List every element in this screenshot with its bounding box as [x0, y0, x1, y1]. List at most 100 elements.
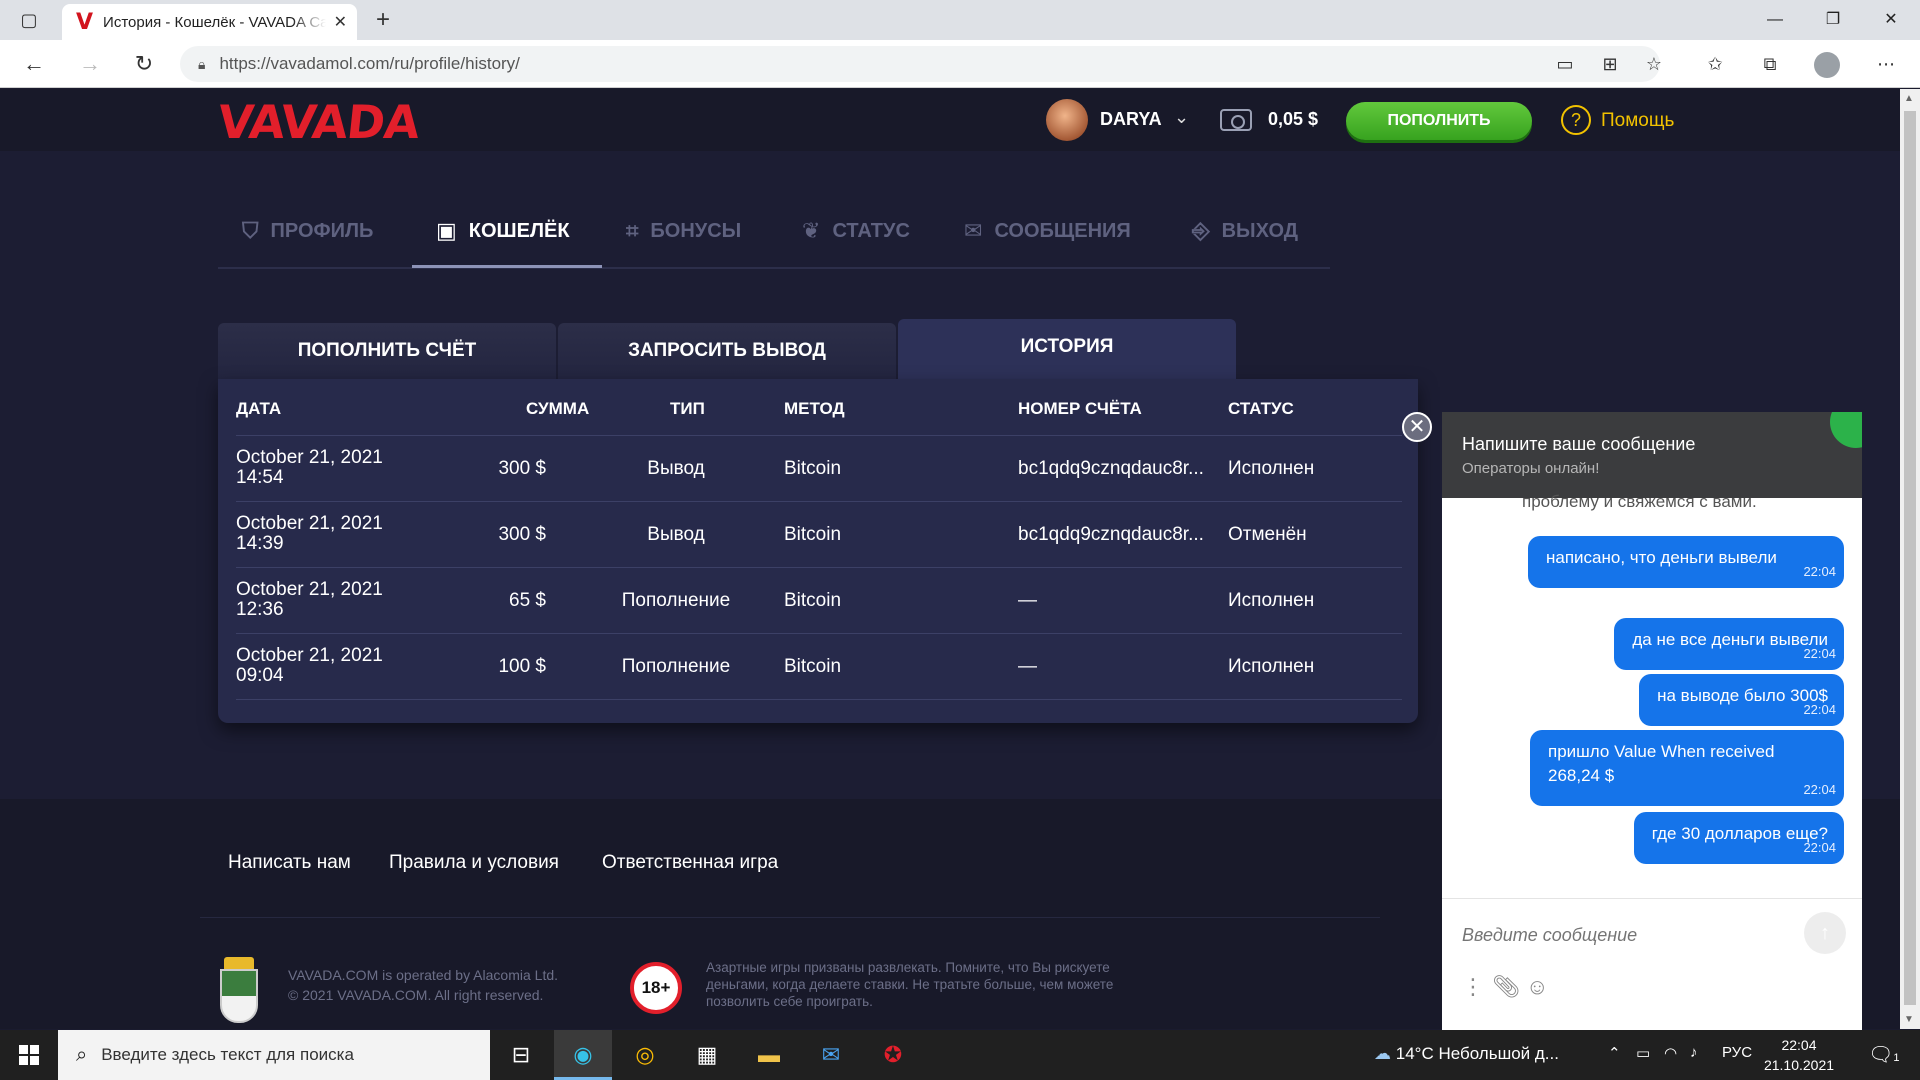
footer-link-contact[interactable]: Написать нам: [228, 852, 351, 874]
footer-link-terms[interactable]: Правила и условия: [389, 852, 559, 874]
reader-icon[interactable]: ▭: [1545, 40, 1585, 88]
url-text: https://vavadamol.com/ru/profile/history…: [219, 54, 520, 73]
apps-icon[interactable]: ⊞: [1590, 40, 1630, 88]
task-view-icon[interactable]: ⊟: [492, 1030, 550, 1080]
weather-text: 14°C Небольшой д...: [1395, 1044, 1559, 1063]
minimize-icon[interactable]: —: [1746, 0, 1804, 40]
help-icon[interactable]: ?: [1561, 105, 1591, 135]
taskbar-clock[interactable]: 22:04 21.10.2021: [1758, 1035, 1840, 1075]
type-cell: Пополнение: [621, 656, 731, 677]
forward-arrow-icon[interactable]: →: [70, 40, 110, 88]
type-cell: Пополнение: [621, 590, 731, 611]
taskbar-search[interactable]: ⌕ Введите здесь текст для поиска: [58, 1030, 490, 1080]
maximize-icon[interactable]: ❐: [1804, 0, 1862, 40]
battery-icon[interactable]: ▭: [1636, 1044, 1650, 1062]
status-cell: Исполнен: [1228, 590, 1315, 611]
url-field[interactable]: 🔒︎ https://vavadamol.com/ru/profile/hist…: [180, 46, 1660, 82]
avatar[interactable]: [1046, 99, 1088, 141]
table-row: October 21, 2021 12:36 65 $ Пополнение Bi…: [236, 568, 1402, 634]
send-arrow-icon[interactable]: ↑: [1804, 912, 1846, 954]
chat-close-icon[interactable]: ✕: [1402, 412, 1432, 442]
chat-message: написано, что деньги вывели 22:04: [1528, 536, 1844, 588]
help-link[interactable]: Помощь: [1601, 110, 1674, 132]
age-restriction-badge: 18+: [630, 962, 682, 1014]
profile-nav: ⛉ ПРОФИЛЬ ▣ КОШЕЛЁК ⌗ БОНУСЫ ❦ СТАТУС ✉ …: [218, 209, 1330, 269]
tab-deposit[interactable]: ПОПОЛНИТЬ СЧЁТ: [218, 323, 556, 379]
address-bar: ← → ↻ 🔒︎ https://vavadamol.com/ru/profil…: [0, 40, 1920, 88]
chat-message-input[interactable]: [1462, 920, 1782, 950]
status-cell: Отменён: [1228, 524, 1307, 545]
support-chat: Напишите ваше сообщение Операторы онлайн…: [1442, 412, 1862, 1032]
nav-wallet[interactable]: ▣ КОШЕЛЁК: [436, 217, 570, 269]
nav-messages[interactable]: ✉ СООБЩЕНИЯ: [964, 217, 1131, 269]
account-cell: —: [1018, 590, 1037, 611]
collections-icon[interactable]: ⧉: [1750, 40, 1790, 88]
chrome-icon[interactable]: ◎: [616, 1030, 674, 1080]
browser-profile-icon[interactable]: [1814, 52, 1840, 78]
file-explorer-icon[interactable]: ▬: [740, 1030, 798, 1080]
col-status: СТАТУС: [1228, 399, 1294, 418]
refresh-icon[interactable]: ↻: [124, 40, 164, 88]
new-tab-button[interactable]: +: [368, 0, 398, 40]
windows-start-icon[interactable]: [0, 1030, 58, 1080]
deposit-button[interactable]: ПОПОЛНИТЬ: [1346, 102, 1532, 140]
col-amount: СУММА: [526, 399, 590, 418]
col-type: ТИП: [670, 399, 705, 418]
chat-message: да не все деньги вывели 22:04: [1614, 618, 1844, 670]
show-hidden-icons-icon[interactable]: ⌃: [1608, 1044, 1621, 1062]
edge-browser-icon[interactable]: ◉: [554, 1030, 612, 1080]
nav-bonuses[interactable]: ⌗ БОНУСЫ: [626, 217, 741, 269]
app-icon[interactable]: ✪: [864, 1030, 922, 1080]
browser-tab[interactable]: V История - Кошелёк - VAVADA Casino ✕: [62, 4, 357, 40]
store-icon[interactable]: ▦: [678, 1030, 736, 1080]
operator-info: VAVADA.COM is operated by Alacomia Ltd. …: [288, 967, 559, 1003]
chat-message: пришло Value When received 268,24 $ 22:0…: [1530, 730, 1844, 806]
favorite-star-icon[interactable]: ☆: [1634, 40, 1674, 88]
message-time: 22:04: [1803, 646, 1836, 661]
favorites-icon[interactable]: ✩: [1695, 40, 1735, 88]
nav-label: ПРОФИЛЬ: [270, 220, 374, 242]
mail-icon[interactable]: ✉: [802, 1030, 860, 1080]
vavada-logo[interactable]: VAVADA: [215, 95, 422, 149]
notification-icon[interactable]: 🗨︎1: [1868, 1042, 1900, 1067]
nav-profile[interactable]: ⛉ ПРОФИЛЬ: [242, 217, 373, 269]
active-tab-indicator: [412, 265, 602, 268]
nav-label: ВЫХОД: [1221, 220, 1298, 242]
wifi-icon[interactable]: ◠: [1664, 1044, 1677, 1062]
back-arrow-icon[interactable]: ←: [14, 40, 54, 88]
footer-link-responsible[interactable]: Ответственная игра: [602, 852, 778, 874]
close-window-icon[interactable]: ✕: [1862, 0, 1920, 40]
col-account: НОМЕР СЧЁТА: [1018, 399, 1142, 418]
nav-label: КОШЕЛЁК: [468, 220, 570, 242]
col-method: МЕТОД: [784, 399, 845, 418]
wallet-icon: ▣: [436, 218, 457, 243]
tab-withdraw[interactable]: ЗАПРОСИТЬ ВЫВОД: [558, 323, 896, 379]
attach-paperclip-icon[interactable]: 📎︎: [1492, 974, 1520, 1000]
laurel-icon: ❦: [802, 218, 821, 243]
tab-actions-icon[interactable]: ▢: [14, 0, 44, 40]
language-indicator[interactable]: РУС: [1722, 1044, 1752, 1061]
nav-logout[interactable]: ⎆ ВЫХОД: [1192, 217, 1298, 269]
close-tab-icon[interactable]: ✕: [334, 12, 347, 32]
more-options-icon[interactable]: ⋮: [1462, 974, 1484, 1000]
username[interactable]: DARYA: [1100, 109, 1162, 130]
nav-status[interactable]: ❦ СТАТУС: [802, 217, 910, 269]
volume-icon[interactable]: ♪: [1690, 1044, 1698, 1061]
method-cell: Bitcoin: [784, 590, 842, 611]
chevron-down-icon[interactable]: ⌄: [1174, 107, 1189, 128]
table-row: October 21, 2021 09:04 100 $ Пополнение B…: [236, 634, 1402, 700]
date-cell: October 21, 2021 12:36: [236, 579, 383, 620]
door-icon: ⎆: [1192, 218, 1210, 243]
nav-label: СООБЩЕНИЯ: [994, 220, 1131, 242]
weather-widget[interactable]: ☁ 14°C Небольшой д...: [1374, 1044, 1559, 1064]
more-menu-icon[interactable]: ⋯: [1866, 40, 1906, 88]
chat-message: где 30 долларов еще? 22:04: [1633, 812, 1844, 864]
scroll-up-icon[interactable]: ▲: [1904, 93, 1914, 104]
emoji-icon[interactable]: ☺: [1526, 974, 1548, 1000]
amount-cell: 65 $: [509, 590, 546, 611]
scroll-down-icon[interactable]: ▼: [1904, 1014, 1914, 1025]
scroll-thumb[interactable]: [1904, 111, 1916, 1005]
tab-history[interactable]: ИСТОРИЯ: [898, 319, 1236, 379]
windows-taskbar: ⌕ Введите здесь текст для поиска ⊟ ◉ ◎ ▦…: [0, 1030, 1920, 1080]
page-scrollbar[interactable]: ▲ ▼: [1900, 89, 1920, 1029]
